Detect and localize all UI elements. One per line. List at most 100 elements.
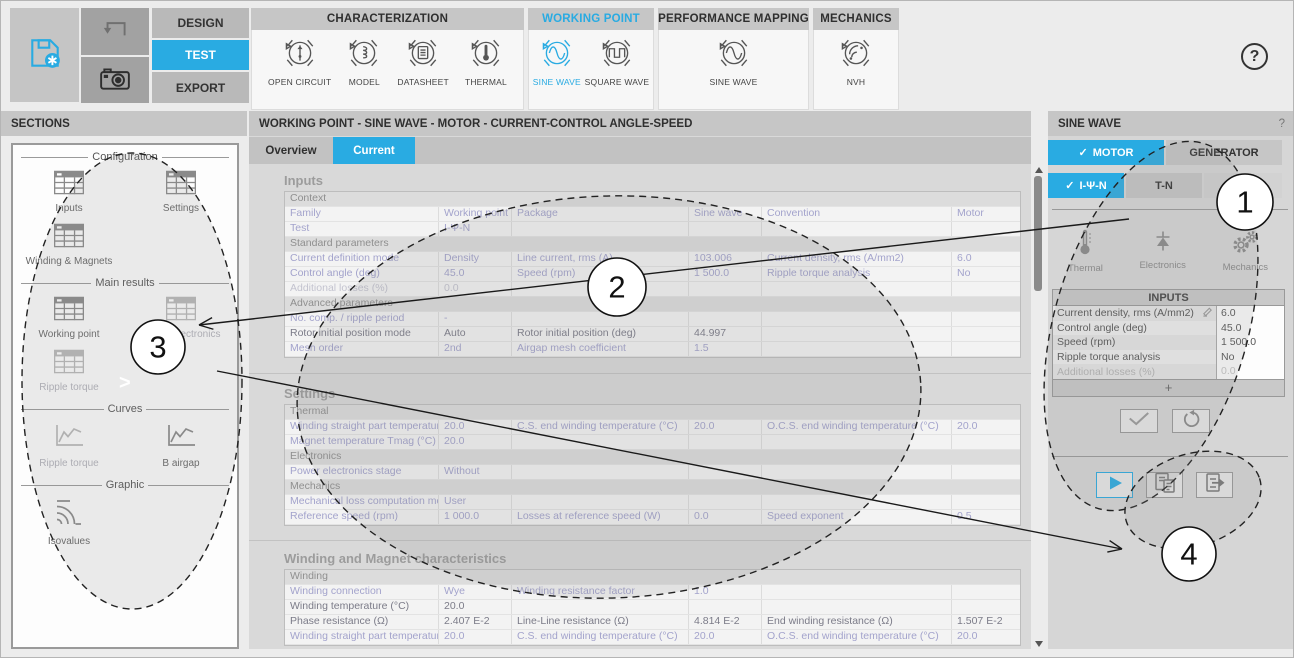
table-cell bbox=[512, 282, 689, 296]
save-button[interactable] bbox=[10, 8, 79, 102]
screenshot-button[interactable] bbox=[81, 57, 149, 103]
apply-button[interactable] bbox=[1120, 409, 1158, 433]
main-scrollbar[interactable] bbox=[1032, 164, 1046, 649]
tab-t-n[interactable]: T-N bbox=[1126, 173, 1202, 198]
table-cell: 1.0 bbox=[689, 585, 762, 599]
table-row: TestI-Ψ-N bbox=[285, 222, 1020, 237]
table-cell: 20.0 bbox=[952, 420, 1022, 434]
add-input-button[interactable]: + bbox=[1053, 379, 1284, 396]
report-button[interactable] bbox=[1146, 472, 1183, 498]
test-button-square-wave[interactable]: SQUARE WAVE bbox=[585, 36, 650, 87]
tab-i-n[interactable]: ✓I-Ψ-N bbox=[1048, 173, 1124, 198]
tab-current[interactable]: Current bbox=[333, 137, 415, 164]
table-cell bbox=[952, 327, 1022, 341]
table-heading: Settings bbox=[284, 386, 335, 401]
table-cell bbox=[762, 435, 952, 449]
test-button-label: SINE WAVE bbox=[709, 77, 757, 87]
toolbar-group-title: CHARACTERIZATION bbox=[251, 8, 524, 30]
test-button-open-circuit[interactable]: OPEN CIRCUIT bbox=[268, 36, 331, 87]
run-test-button[interactable] bbox=[1096, 472, 1133, 498]
table-cell: 6.0 bbox=[952, 252, 1022, 266]
sidebar-item-settings[interactable]: Settings bbox=[125, 167, 237, 216]
tab-overview[interactable]: Overview bbox=[251, 137, 331, 164]
input-row: Control angle (deg)45.0 bbox=[1053, 321, 1284, 336]
table-cell: 20.0 bbox=[689, 420, 762, 434]
table-row: Current definition modeDensityLine curre… bbox=[285, 252, 1020, 267]
table-cell: 2.407 E-2 bbox=[439, 615, 512, 629]
table-cell: Losses at reference speed (W) bbox=[512, 510, 689, 524]
input-value-field[interactable]: 1 500.0 bbox=[1216, 335, 1283, 350]
check-icon: ✓ bbox=[1065, 179, 1074, 192]
results-table: ThermalWinding straight part temperature… bbox=[284, 404, 1021, 526]
input-value-field[interactable]: 45.0 bbox=[1216, 321, 1283, 336]
sidebar-item-power-electronics[interactable]: Power electronics bbox=[125, 293, 237, 342]
mode-button-export[interactable]: EXPORT bbox=[152, 72, 249, 103]
test-button-thermal[interactable]: THERMAL bbox=[465, 36, 507, 87]
settings-button-label: Mechanics bbox=[1223, 262, 1268, 273]
table-cell bbox=[952, 342, 1022, 356]
scrollbar-thumb[interactable] bbox=[1034, 176, 1042, 291]
input-value-field[interactable]: 0.0 bbox=[1216, 364, 1283, 379]
test-button-nvh[interactable]: NVH bbox=[839, 36, 873, 87]
section-group-legend: Graphic bbox=[21, 479, 229, 491]
mode-button-design[interactable]: DESIGN bbox=[152, 8, 249, 38]
export-button[interactable] bbox=[1196, 472, 1233, 498]
test-button-datasheet[interactable]: DATASHEET bbox=[397, 36, 449, 87]
table-cell: 20.0 bbox=[439, 435, 512, 449]
mode-button-test[interactable]: TEST bbox=[152, 40, 249, 70]
sidebar-item-b-airgap[interactable]: B airgap bbox=[125, 419, 237, 471]
table-cell: Mechanical loss computation mode bbox=[285, 495, 439, 509]
table-cell bbox=[689, 282, 762, 296]
section-group-legend: Curves bbox=[21, 403, 229, 415]
table-cell: 44.997 bbox=[689, 327, 762, 341]
settings-button-mechanics[interactable]: Mechanics bbox=[1223, 229, 1268, 277]
settings-button-electronics[interactable]: Electronics bbox=[1139, 229, 1185, 277]
table-section-row: Thermal bbox=[285, 405, 1020, 420]
tab-motor[interactable]: ✓MOTOR bbox=[1048, 140, 1164, 165]
table-cell: Wye bbox=[439, 585, 512, 599]
scroll-up-button[interactable] bbox=[1035, 167, 1043, 173]
table-cell bbox=[689, 495, 762, 509]
test-button-sine-wave[interactable]: SINE WAVE bbox=[709, 36, 757, 87]
sidebar-item-inputs[interactable]: Inputs bbox=[13, 167, 125, 216]
input-value-field[interactable]: No bbox=[1216, 350, 1283, 365]
main-title: WORKING POINT - SINE WAVE - MOTOR - CURR… bbox=[249, 111, 1031, 136]
sine-wave-icon bbox=[717, 36, 751, 75]
table-cell: 0.5 bbox=[952, 510, 1022, 524]
table-section-row: Winding bbox=[285, 570, 1020, 585]
table-heading: Inputs bbox=[284, 173, 323, 188]
table-cell bbox=[762, 465, 952, 479]
settings-button-thermal[interactable]: Thermal bbox=[1068, 229, 1103, 277]
table-cell bbox=[512, 222, 689, 236]
right-panel-help[interactable]: ? bbox=[1279, 118, 1285, 130]
sidebar-item-working-point[interactable]: Working point bbox=[13, 293, 125, 342]
test-button-sine-wave[interactable]: SINE WAVE bbox=[533, 36, 581, 87]
table-cell: Without bbox=[439, 465, 512, 479]
return-arrow-button[interactable] bbox=[81, 8, 149, 55]
section-group-items: Working pointPower electronicsRipple tor… bbox=[13, 291, 237, 397]
input-value-field[interactable]: 6.0 bbox=[1216, 306, 1283, 321]
table-cell: C.S. end winding temperature (°C) bbox=[512, 420, 689, 434]
help-button[interactable]: ? bbox=[1241, 43, 1268, 70]
test-button-model[interactable]: MODEL bbox=[347, 36, 381, 87]
table-cell bbox=[952, 435, 1022, 449]
table-row: FamilyWorking pointPackageSine waveConve… bbox=[285, 207, 1020, 222]
tab-generator[interactable]: GENERATOR bbox=[1166, 140, 1282, 165]
results-table: WindingWinding connectionWyeWinding resi… bbox=[284, 569, 1021, 646]
table-cell bbox=[689, 600, 762, 614]
sidebar-item-winding-magnets[interactable]: Winding & Magnets bbox=[13, 220, 125, 269]
tab-i-u[interactable]: I-U bbox=[1204, 173, 1282, 198]
table-cell bbox=[512, 435, 689, 449]
table-cell bbox=[762, 585, 952, 599]
table-cell: Test bbox=[285, 222, 439, 236]
table-cell bbox=[512, 312, 689, 326]
table-cell bbox=[512, 495, 689, 509]
sidebar-item-ripple-torque[interactable]: Ripple torque bbox=[13, 346, 125, 395]
table-row: Phase resistance (Ω)2.407 E-2Line-Line r… bbox=[285, 615, 1020, 630]
input-label: Current density, rms (A/mm2) bbox=[1053, 306, 1216, 321]
scroll-down-button[interactable] bbox=[1035, 641, 1043, 647]
reset-button[interactable] bbox=[1172, 409, 1210, 433]
sidebar-item-isovalues[interactable]: Isovalues bbox=[13, 495, 125, 549]
table-cell: O.C.S. end winding temperature (°C) bbox=[762, 630, 952, 644]
sidebar-item-ripple-torque[interactable]: Ripple torque bbox=[13, 419, 125, 471]
